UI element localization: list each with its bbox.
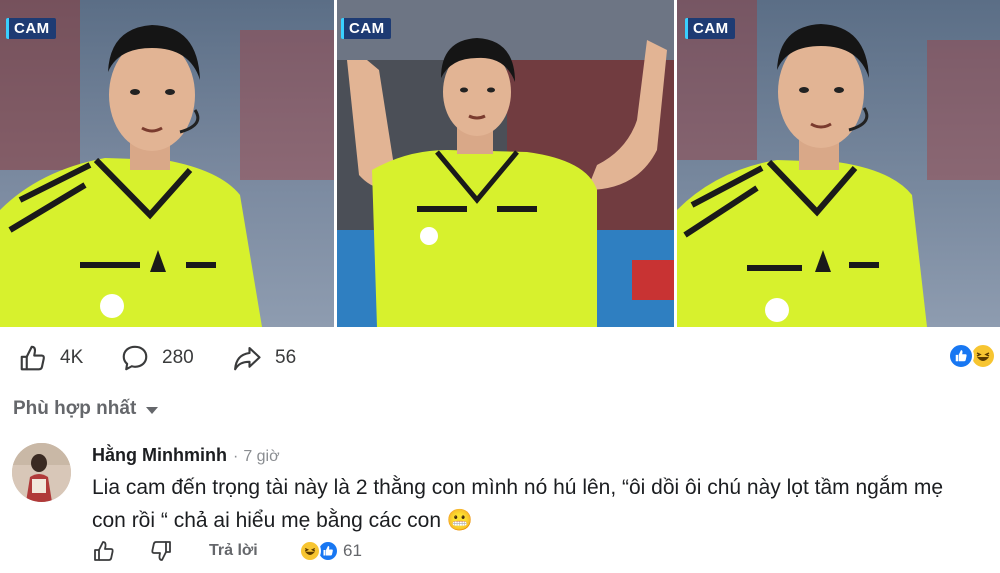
avatar[interactable] bbox=[12, 443, 71, 502]
like-count: 4K bbox=[60, 347, 84, 368]
cam-badge: CAM bbox=[685, 18, 735, 39]
comment-actions: Trả lời 61 bbox=[12, 538, 992, 564]
comment-reactions[interactable]: 61 bbox=[299, 538, 362, 564]
cam-badge: CAM bbox=[341, 18, 391, 39]
comment-like-button[interactable] bbox=[92, 538, 116, 564]
caret-down-icon bbox=[146, 407, 159, 414]
haha-icon bbox=[299, 540, 321, 562]
thumbs-up-icon bbox=[94, 541, 114, 561]
photo-gallery: CAM CAM CAM bbox=[0, 0, 1000, 327]
comment-count: 280 bbox=[162, 347, 194, 368]
thumbs-up-icon bbox=[20, 345, 45, 371]
comment-time[interactable]: 7 giờ bbox=[243, 448, 279, 466]
comment-sort-dropdown[interactable]: Phù hợp nhất bbox=[13, 398, 159, 420]
comment-author[interactable]: Hằng Minhminh bbox=[92, 445, 227, 466]
share-arrow-icon bbox=[234, 346, 261, 371]
like-icon bbox=[948, 343, 974, 369]
photo-2[interactable]: CAM bbox=[337, 0, 674, 327]
comment-header: Hằng Minhminh · 7 giờ bbox=[92, 445, 280, 466]
photo-3[interactable]: CAM bbox=[677, 0, 1000, 327]
comment-button[interactable]: 280 bbox=[120, 338, 194, 378]
post-reactions[interactable] bbox=[948, 343, 996, 369]
photo-1[interactable]: CAM bbox=[0, 0, 334, 327]
comment-text: Lia cam đến trọng tài này là 2 thằng con… bbox=[92, 476, 944, 532]
like-button[interactable]: 4K bbox=[18, 338, 83, 378]
comment-dislike-button[interactable] bbox=[149, 538, 173, 564]
separator-dot: · bbox=[232, 448, 239, 465]
share-count: 56 bbox=[275, 347, 297, 368]
share-button[interactable]: 56 bbox=[231, 338, 296, 378]
sort-label: Phù hợp nhất bbox=[13, 398, 137, 419]
cam-badge: CAM bbox=[6, 18, 56, 39]
thumbs-down-icon bbox=[151, 541, 171, 561]
reply-button[interactable]: Trả lời bbox=[209, 538, 258, 564]
comment-bubble-icon bbox=[122, 345, 148, 371]
reaction-count: 61 bbox=[343, 541, 362, 560]
post-stats-bar: 4K 280 56 bbox=[0, 338, 1000, 378]
